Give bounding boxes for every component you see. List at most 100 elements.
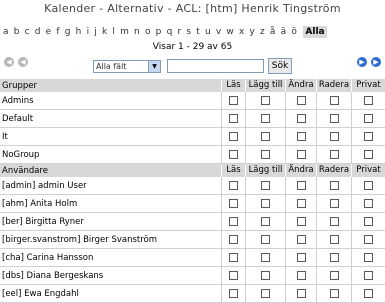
permission-checkbox[interactable]	[296, 114, 306, 123]
last-page-icon[interactable]: ▶	[371, 57, 381, 67]
first-page-icon[interactable]: ◀	[4, 57, 14, 67]
permission-checkbox[interactable]	[261, 217, 270, 226]
search-button[interactable]: Sök	[268, 58, 292, 74]
permission-checkbox[interactable]	[296, 199, 306, 208]
permission-checkbox[interactable]	[261, 199, 270, 208]
permission-checkbox[interactable]	[329, 217, 339, 226]
permission-checkbox[interactable]	[296, 150, 306, 159]
permission-checkbox[interactable]	[229, 199, 238, 208]
letter-link-k[interactable]: k	[99, 27, 109, 37]
letter-link-y[interactable]: y	[247, 27, 258, 37]
permission-checkbox[interactable]	[329, 181, 339, 190]
permission-checkbox[interactable]	[261, 132, 270, 141]
column-header: Läs	[221, 164, 245, 177]
permission-checkbox[interactable]	[364, 217, 373, 226]
permission-checkbox[interactable]	[329, 199, 339, 208]
letter-link-ä[interactable]: ä	[278, 27, 289, 37]
letter-link-all[interactable]: Alla	[303, 26, 327, 38]
permission-checkbox[interactable]	[364, 132, 373, 141]
permission-checkbox[interactable]	[329, 114, 339, 123]
permission-checkbox[interactable]	[229, 271, 238, 280]
permission-checkbox[interactable]	[229, 114, 238, 123]
letter-link-i[interactable]: i	[84, 27, 92, 37]
letter-link-z[interactable]: z	[257, 27, 267, 37]
permission-checkbox[interactable]	[364, 114, 373, 123]
letter-link-m[interactable]: m	[117, 27, 131, 37]
column-header: Privat	[351, 164, 385, 177]
letter-link-a[interactable]: a	[0, 27, 11, 37]
permission-checkbox[interactable]	[229, 181, 238, 190]
permission-checkbox[interactable]	[364, 150, 373, 159]
prev-page-icon[interactable]: ◀	[18, 57, 28, 67]
permission-checkbox[interactable]	[364, 199, 373, 208]
permission-checkbox[interactable]	[296, 235, 306, 244]
search-input[interactable]	[167, 59, 264, 73]
permission-checkbox[interactable]	[364, 253, 373, 262]
permission-checkbox[interactable]	[296, 253, 306, 262]
field-select[interactable]: Alla fält ▼	[93, 60, 161, 73]
row-label: It	[2, 131, 8, 142]
letter-link-r[interactable]: r	[175, 27, 184, 37]
permission-checkbox[interactable]	[261, 271, 270, 280]
permission-checkbox[interactable]	[296, 289, 306, 298]
permission-checkbox[interactable]	[296, 181, 306, 190]
permission-checkbox[interactable]	[329, 132, 339, 141]
permission-checkbox[interactable]	[296, 271, 306, 280]
letter-link-f[interactable]: f	[54, 27, 62, 37]
letter-link-b[interactable]: b	[11, 27, 22, 37]
permission-checkbox[interactable]	[229, 96, 238, 105]
permission-checkbox[interactable]	[329, 150, 339, 159]
letter-link-u[interactable]: u	[202, 27, 213, 37]
letter-link-p[interactable]: p	[153, 27, 164, 37]
permission-checkbox[interactable]	[329, 253, 339, 262]
letter-link-x[interactable]: x	[236, 27, 247, 37]
row-label: [birger.svanstrom] Birger Svanström	[2, 234, 158, 245]
permission-checkbox[interactable]	[261, 96, 270, 105]
permission-checkbox[interactable]	[261, 253, 270, 262]
letter-link-s[interactable]: s	[184, 27, 194, 37]
letter-link-d[interactable]: d	[32, 27, 43, 37]
table-row: [dbs] Diana Bergeskans	[0, 266, 385, 285]
permission-checkbox[interactable]	[229, 217, 238, 226]
permission-checkbox[interactable]	[296, 96, 306, 105]
letter-link-v[interactable]: v	[213, 27, 224, 37]
permission-checkbox[interactable]	[296, 217, 306, 226]
letter-link-å[interactable]: å	[267, 27, 278, 37]
letter-link-ö[interactable]: ö	[289, 27, 300, 37]
permission-checkbox[interactable]	[261, 181, 270, 190]
permission-checkbox[interactable]	[364, 235, 373, 244]
permission-checkbox[interactable]	[229, 235, 238, 244]
permission-checkbox[interactable]	[261, 289, 270, 298]
letter-link-n[interactable]: n	[131, 27, 142, 37]
permission-checkbox[interactable]	[296, 132, 306, 141]
table-row: Admins	[0, 91, 385, 110]
letter-link-j[interactable]: j	[92, 27, 100, 37]
letter-link-g[interactable]: g	[62, 27, 73, 37]
letter-link-h[interactable]: h	[73, 27, 84, 37]
letter-link-e[interactable]: e	[43, 27, 54, 37]
permission-checkbox[interactable]	[364, 181, 373, 190]
next-page-icon[interactable]: ▶	[357, 57, 367, 67]
letter-link-c[interactable]: c	[22, 27, 32, 37]
permission-checkbox[interactable]	[364, 271, 373, 280]
permission-checkbox[interactable]	[329, 289, 339, 298]
permission-checkbox[interactable]	[329, 96, 339, 105]
permission-checkbox[interactable]	[229, 289, 238, 298]
permission-checkbox[interactable]	[329, 271, 339, 280]
letter-link-q[interactable]: q	[164, 27, 175, 37]
letter-link-o[interactable]: o	[142, 27, 153, 37]
permission-checkbox[interactable]	[364, 96, 373, 105]
letter-link-w[interactable]: w	[224, 27, 237, 37]
permission-checkbox[interactable]	[229, 132, 238, 141]
permission-checkbox[interactable]	[364, 289, 373, 298]
permission-checkbox[interactable]	[229, 150, 238, 159]
permission-checkbox[interactable]	[261, 114, 270, 123]
permission-checkbox[interactable]	[261, 235, 270, 244]
letter-link-l[interactable]: l	[110, 27, 118, 37]
permission-checkbox[interactable]	[329, 235, 339, 244]
permission-checkbox[interactable]	[261, 150, 270, 159]
row-label: Default	[2, 113, 34, 124]
permission-checkbox[interactable]	[229, 253, 238, 262]
permission-cell	[316, 230, 351, 249]
letter-link-t[interactable]: t	[194, 27, 203, 37]
